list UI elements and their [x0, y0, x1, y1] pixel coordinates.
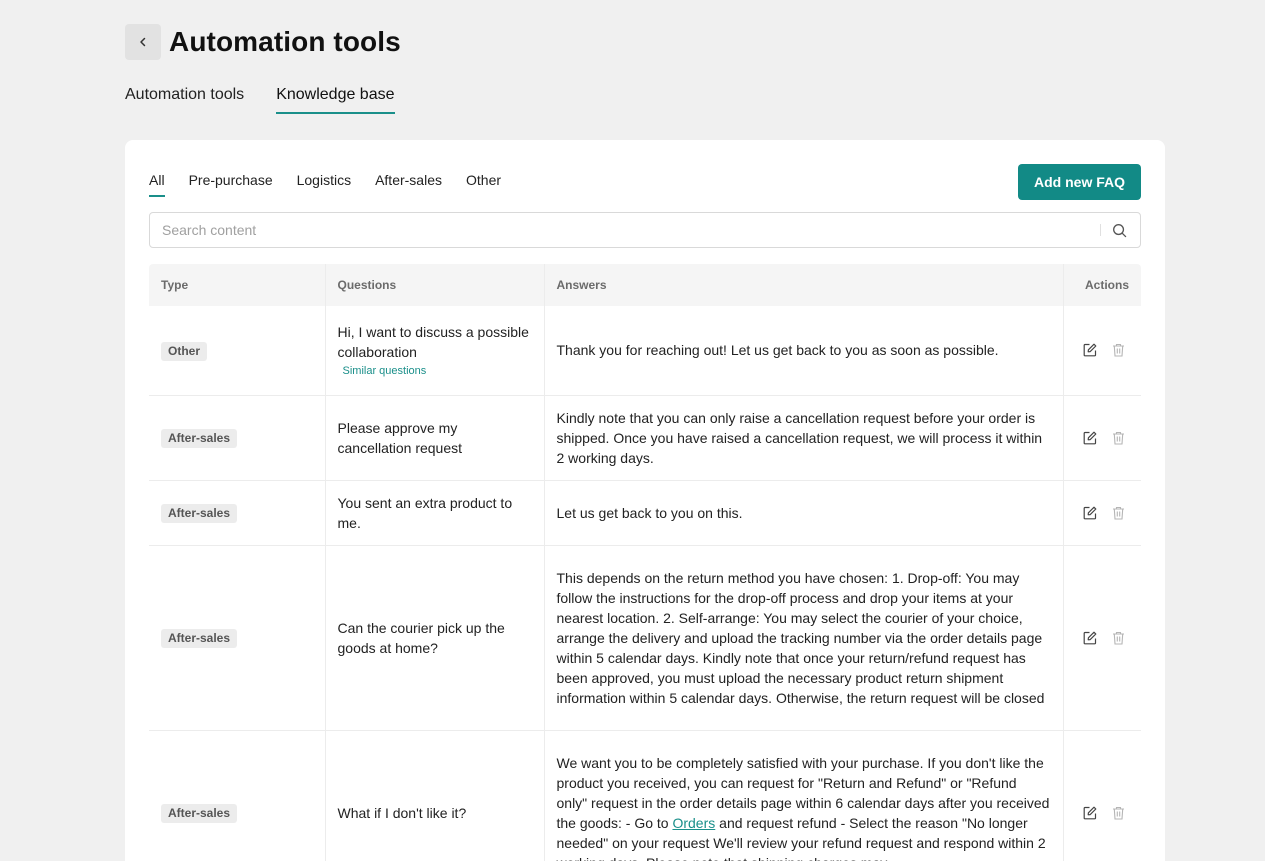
type-cell: After-sales	[149, 480, 326, 546]
table-row: Other Hi, I want to discuss a possible c…	[149, 306, 1141, 396]
question-cell: What if I don't like it?	[325, 730, 545, 861]
page-title: Automation tools	[169, 26, 401, 57]
type-cell: After-sales	[149, 545, 326, 731]
row-actions	[1076, 630, 1130, 646]
question-cell: Can the courier pick up the goods at hom…	[325, 545, 545, 731]
tab-automation-tools[interactable]: Automation tools	[125, 86, 244, 114]
answer-cell: This depends on the return method you ha…	[544, 545, 1064, 731]
type-cell: Other	[149, 306, 326, 396]
answer-text: Thank you for reaching out! Let us get b…	[556, 342, 999, 359]
tab-after-sales[interactable]: After-sales	[375, 172, 442, 197]
trash-icon[interactable]	[1112, 805, 1125, 821]
table-header-row: Type Questions Answers Actions	[149, 264, 1141, 306]
tab-knowledge-base[interactable]: Knowledge base	[276, 86, 395, 114]
actions-cell	[1063, 395, 1141, 481]
edit-icon[interactable]	[1083, 342, 1097, 358]
faq-table: Type Questions Answers Actions Other Hi,…	[149, 264, 1141, 861]
row-actions	[1076, 805, 1130, 821]
actions-cell	[1063, 730, 1141, 861]
answer-text: This depends on the return method you ha…	[556, 569, 1045, 706]
question-text: Please approve my cancellation request	[337, 419, 463, 456]
tab-all[interactable]: All	[149, 172, 165, 197]
answer-cell: We want you to be completely satisfied w…	[544, 730, 1064, 861]
answer-cell: Let us get back to you on this.	[544, 480, 1064, 546]
chevron-left-icon	[140, 37, 146, 47]
question-cell: Please approve my cancellation request	[325, 395, 545, 481]
column-header-questions: Questions	[325, 264, 545, 306]
table-row: After-sales You sent an extra product to…	[149, 480, 1141, 546]
answer-text: Let us get back to you on this.	[556, 504, 743, 521]
page-header: Automation tools	[125, 24, 401, 60]
trash-icon[interactable]	[1112, 630, 1125, 646]
question-text: What if I don't like it?	[337, 804, 467, 821]
search-input[interactable]	[150, 222, 1100, 238]
search-icon[interactable]	[1111, 222, 1127, 238]
type-badge: After-sales	[161, 629, 238, 648]
answer-cell: Kindly note that you can only raise a ca…	[544, 395, 1064, 481]
tab-other[interactable]: Other	[466, 172, 501, 197]
search-bar	[149, 212, 1141, 248]
trash-icon[interactable]	[1112, 505, 1125, 521]
type-badge: After-sales	[161, 804, 238, 823]
row-actions	[1076, 430, 1130, 446]
question-cell: Hi, I want to discuss a possible collabo…	[325, 306, 545, 396]
orders-link[interactable]: Orders	[672, 815, 715, 831]
type-badge: After-sales	[161, 504, 238, 523]
column-header-type: Type	[149, 264, 326, 306]
actions-cell	[1063, 480, 1141, 546]
knowledge-base-card: All Pre-purchase Logistics After-sales O…	[125, 140, 1165, 861]
trash-icon[interactable]	[1112, 430, 1125, 446]
edit-icon[interactable]	[1083, 505, 1097, 521]
tab-pre-purchase[interactable]: Pre-purchase	[189, 172, 273, 197]
trash-icon[interactable]	[1112, 342, 1125, 358]
row-actions	[1076, 342, 1130, 358]
question-text: You sent an extra product to me.	[337, 494, 513, 531]
question-cell: You sent an extra product to me.	[325, 480, 545, 546]
edit-icon[interactable]	[1083, 630, 1097, 646]
tab-logistics[interactable]: Logistics	[297, 172, 351, 197]
question-text: Can the courier pick up the goods at hom…	[337, 619, 505, 656]
actions-cell	[1063, 306, 1141, 396]
column-header-actions: Actions	[1063, 264, 1141, 306]
question-text: Hi, I want to discuss a possible collabo…	[337, 323, 529, 360]
type-cell: After-sales	[149, 395, 326, 481]
table-row: After-sales Please approve my cancellati…	[149, 395, 1141, 481]
table-row: After-sales What if I don't like it? We …	[149, 730, 1141, 861]
type-badge: After-sales	[161, 429, 238, 448]
answer-text: Kindly note that you can only raise a ca…	[556, 409, 1043, 466]
similar-questions-link[interactable]: Similar questions	[343, 363, 532, 379]
column-header-answers: Answers	[544, 264, 1064, 306]
add-new-faq-button[interactable]: Add new FAQ	[1018, 164, 1141, 200]
type-badge: Other	[161, 341, 208, 361]
search-divider	[1100, 224, 1101, 236]
row-actions	[1076, 505, 1130, 521]
answer-cell: Thank you for reaching out! Let us get b…	[544, 306, 1064, 396]
edit-icon[interactable]	[1083, 805, 1097, 821]
edit-icon[interactable]	[1083, 430, 1097, 446]
top-tabs: Automation tools Knowledge base	[125, 86, 427, 114]
type-cell: After-sales	[149, 730, 326, 861]
back-button[interactable]	[125, 24, 161, 60]
category-tabs: All Pre-purchase Logistics After-sales O…	[149, 172, 525, 197]
actions-cell	[1063, 545, 1141, 731]
table-row: After-sales Can the courier pick up the …	[149, 545, 1141, 731]
